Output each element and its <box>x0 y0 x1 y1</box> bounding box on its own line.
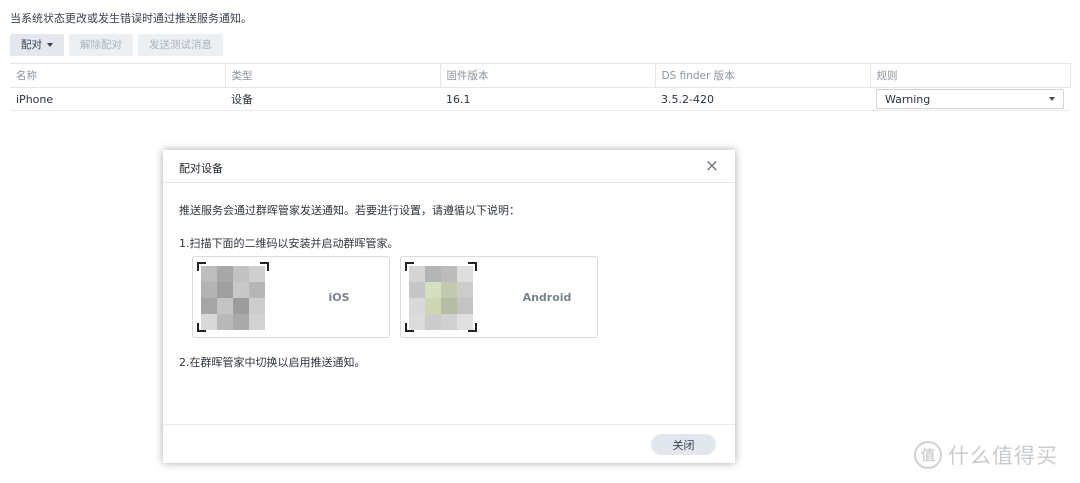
description-text: 当系统状态更改或发生错误时通过推送服务通知。 <box>10 12 252 25</box>
device-table: 名称 类型 固件版本 DS finder 版本 规则 iPhone 设备 16.… <box>10 63 1070 111</box>
cell-firmware: 16.1 <box>440 87 655 111</box>
pair-button-label: 配对 <box>21 39 42 51</box>
close-button[interactable]: 关闭 <box>651 434 716 455</box>
android-label: Android <box>522 290 572 304</box>
watermark: 值 什么值得买 <box>914 440 1058 470</box>
rule-select[interactable]: Warning <box>876 89 1064 109</box>
ios-qr-card: iOS <box>192 256 390 338</box>
smzdm-logo-icon: 值 <box>914 441 942 469</box>
ios-label: iOS <box>328 290 350 304</box>
qr-code-android <box>405 262 479 332</box>
android-qr-card: Android <box>400 256 598 338</box>
dialog-footer-divider <box>163 424 735 425</box>
dialog-divider <box>163 182 735 183</box>
dialog-title: 配对设备 <box>179 162 223 175</box>
table-edge-divider <box>1070 63 1071 87</box>
table-header-row: 名称 类型 固件版本 DS finder 版本 规则 <box>10 63 1070 88</box>
qr-code-ios <box>197 262 271 332</box>
toolbar: 配对 解除配对 发送测试消息 <box>10 34 223 56</box>
dialog-step1-text: 1.扫描下面的二维码以安装并启动群晖管家。 <box>179 237 399 250</box>
cell-rule: Warning <box>870 87 1070 111</box>
column-header-ds-finder[interactable]: DS finder 版本 <box>654 63 870 88</box>
unpair-button[interactable]: 解除配对 <box>69 34 133 56</box>
watermark-text: 什么值得买 <box>948 444 1058 468</box>
send-test-button[interactable]: 发送测试消息 <box>138 34 223 56</box>
pair-device-dialog: 配对设备 × 推送服务会通过群晖管家发送通知。若要进行设置，请遵循以下说明： 1… <box>163 150 735 463</box>
column-header-firmware[interactable]: 固件版本 <box>439 63 655 88</box>
column-header-rule[interactable]: 规则 <box>869 63 1070 88</box>
dialog-step2-text: 2.在群晖管家中切换以启用推送通知。 <box>179 356 366 369</box>
column-header-name[interactable]: 名称 <box>10 63 225 88</box>
cell-ds-finder: 3.5.2-420 <box>655 87 870 111</box>
close-icon[interactable]: × <box>705 156 719 176</box>
dropdown-caret-icon <box>47 43 53 47</box>
column-header-type[interactable]: 类型 <box>224 63 440 88</box>
dropdown-caret-icon <box>1049 97 1055 101</box>
cell-name: iPhone <box>10 87 225 111</box>
rule-select-value: Warning <box>885 92 931 106</box>
pair-button[interactable]: 配对 <box>10 34 64 56</box>
table-row[interactable]: iPhone 设备 16.1 3.5.2-420 Warning <box>10 87 1070 111</box>
cell-type: 设备 <box>225 87 440 111</box>
dialog-intro-text: 推送服务会通过群晖管家发送通知。若要进行设置，请遵循以下说明： <box>179 204 520 217</box>
